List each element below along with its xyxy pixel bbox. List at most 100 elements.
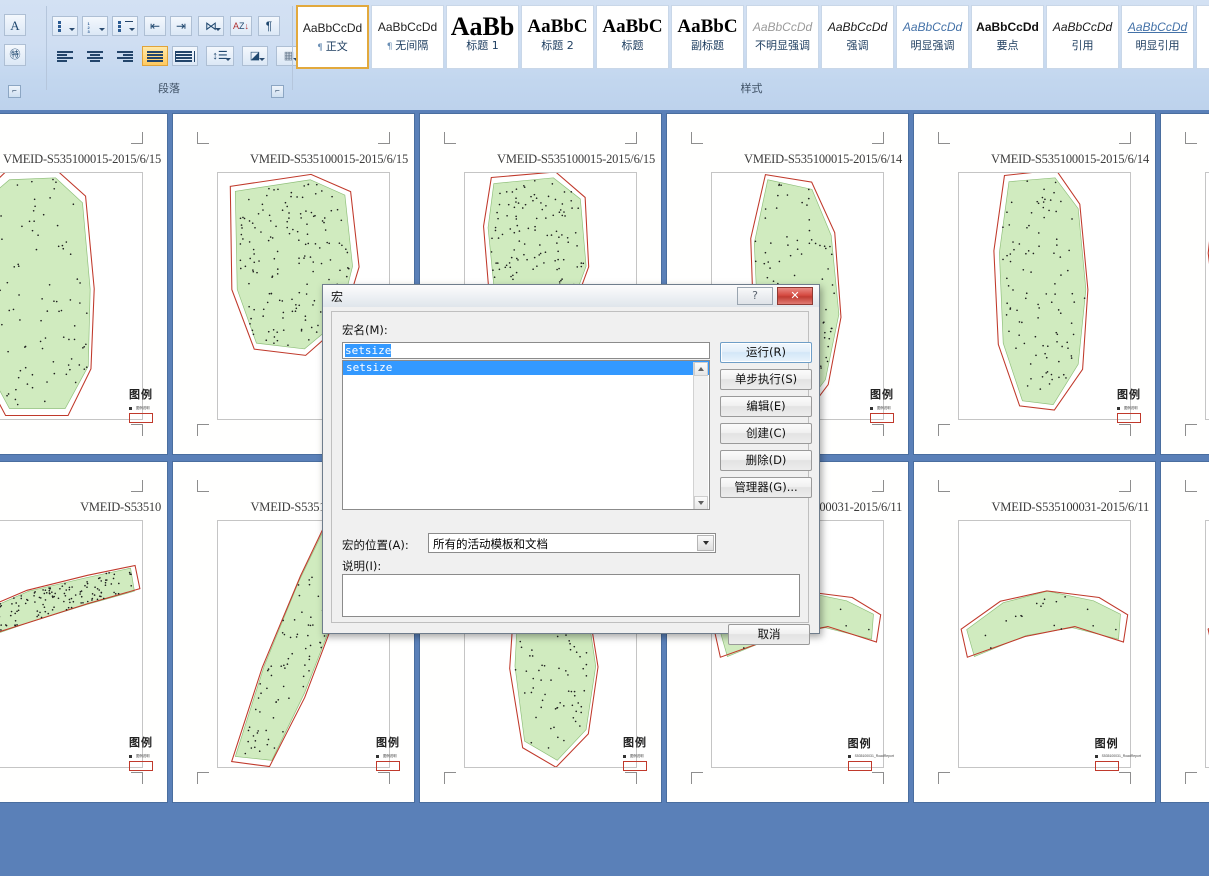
step-into-button[interactable]: 单步执行(S) [720,369,812,390]
map-figure [958,520,1131,768]
style-tile-1[interactable]: AaBbCcDd ¶ 正文 [296,5,369,69]
legend-title: 图例 [1094,737,1119,750]
map-legend: 图例图例说明 [623,734,647,776]
crop-mark-icon [938,132,950,144]
legend-boundary-swatch-icon [376,761,400,771]
style-name: ¶ 无间隔 [372,39,443,54]
style-name: ¶ 正文 [298,40,367,55]
style-tile-7[interactable]: AaBbCcDd 不明显强调 [746,5,819,69]
style-tile-8[interactable]: AaBbCcDd 强调 [821,5,894,69]
legend-title: 图例 [376,736,400,749]
style-name-text: 要点 [996,39,1019,52]
style-name: 引用 [1047,39,1118,53]
style-sample: AaBbCcDd [752,20,813,34]
crop-mark-icon [872,132,884,144]
document-page[interactable]: VMEID-S535100031-2015/6/11图例S535100031_R… [914,462,1155,802]
align-left-button[interactable] [52,46,78,66]
legend-boundary-swatch-icon [129,761,153,771]
crop-mark-icon [444,132,456,144]
organizer-button[interactable]: 管理器(G)... [720,477,812,498]
macro-list[interactable]: setsize [342,360,710,510]
style-tile-10[interactable]: AaBbCcDd 要点 [971,5,1044,69]
macro-dialog[interactable]: 宏 ? ✕ 宏名(M): setsize setsize 运行(R) 单步执行(S… [322,284,820,645]
document-page[interactable]: VMEID-S535100031-2015/6/11图例S535100031_R… [1161,462,1209,802]
enclose-character-icon[interactable]: ㊕ [4,44,26,66]
style-tile-4[interactable]: AaBbC 标题 2 [521,5,594,69]
document-page[interactable]: VMEID-S535100015-2015/6/14图例图例说明 [1161,114,1209,454]
style-tile-9[interactable]: AaBbCcDd 明显强调 [896,5,969,69]
decrease-indent-icon[interactable]: ⇤ [144,16,166,36]
style-tile-3[interactable]: AaBb 标题 1 [446,5,519,69]
style-tile-5[interactable]: AaBbC 标题 [596,5,669,69]
document-page[interactable]: VMEID-S535100015-2015/6/14图例图例说明 [914,114,1155,454]
align-center-button[interactable] [82,46,108,66]
pilcrow-icon: ¶ [317,43,326,53]
paragraph-dialog-launcher[interactable]: ⌐ [271,85,284,98]
style-name-text: 强调 [846,39,869,52]
delete-button[interactable]: 删除(D) [720,450,812,471]
shading-button[interactable]: ◪ [242,46,268,66]
style-tile-11[interactable]: AaBbCcDd 引用 [1046,5,1119,69]
sort-az-icon[interactable]: AZ↓ [230,16,252,36]
style-tile-6[interactable]: AaBbC 副标题 [671,5,744,69]
style-name: 副标题 [672,39,743,53]
group-divider-2 [292,6,293,90]
font-dialog-launcher[interactable]: ⌐ [8,85,21,98]
distribute-button[interactable] [172,46,198,66]
styles-gallery[interactable]: AaBbCcDd ¶ 正文 AaBbCcDd ¶ 无间隔 AaBb 标题 1 AaBbC 标题… [296,5,1209,73]
line-spacing-button[interactable]: ↕☰ [206,46,234,66]
style-tile-2[interactable]: AaBbCcDd ¶ 无间隔 [371,5,444,69]
group-label-paragraph: 段落 [158,82,180,95]
help-icon[interactable]: ? [737,287,773,305]
macro-name-input[interactable]: setsize [342,342,710,359]
multilevel-list-icon[interactable] [112,16,138,36]
justify-button[interactable] [142,46,168,66]
legend-swatch-icon [129,754,132,758]
edit-button[interactable]: 编辑(E) [720,396,812,417]
macro-location-select[interactable]: 所有的活动模板和文档 [428,533,716,553]
macro-list-item[interactable]: setsize [343,361,709,375]
style-tile-12[interactable]: AaBbCcDd 明显引用 [1121,5,1194,69]
dialog-titlebar[interactable]: 宏 ? ✕ [323,285,819,307]
create-button[interactable]: 创建(C) [720,423,812,444]
scroll-up-icon[interactable] [694,362,708,376]
cancel-button[interactable]: 取消 [728,624,810,645]
document-page[interactable]: VMEID-S53510 图例 图例说明 [0,462,167,802]
run-button[interactable]: 运行(R) [720,342,812,363]
style-tile-13[interactable]: AaBbCc不明显参 [1196,5,1209,69]
macro-description-box[interactable] [342,574,800,617]
character-border-icon[interactable]: A [4,14,26,36]
legend-item: 图例说明 [129,753,153,758]
crop-mark-icon [938,772,950,784]
style-name-text: 明显强调 [910,39,955,52]
map-figure [0,520,143,768]
numbering-icon[interactable]: 123 [82,16,108,36]
legend-boundary-swatch-icon [1094,761,1119,771]
scroll-down-icon[interactable] [694,496,708,509]
close-icon[interactable]: ✕ [777,287,813,305]
page-header: VMEID-S535100015-2015/6/15 [3,152,161,166]
show-formatting-marks-icon[interactable]: ¶ [258,16,280,36]
style-sample: AaBbCc [1197,15,1209,39]
style-name-text: 正文 [325,40,348,53]
align-right-button[interactable] [112,46,138,66]
chevron-down-icon[interactable] [697,535,714,551]
style-sample: AaBbC [527,16,588,37]
macro-list-scrollbar[interactable] [693,362,708,509]
map-legend: 图例图例说明 [870,386,894,428]
increase-indent-icon[interactable]: ⇥ [170,16,192,36]
legend-item-label: 图例说明 [630,754,644,758]
bullets-icon[interactable] [52,16,78,36]
style-name: 标题 1 [447,39,518,53]
legend-swatch-icon [870,406,873,410]
crop-mark-icon [131,480,143,492]
legend-item: S535100031_RoadReport [847,754,894,758]
legend-item-label: 图例说明 [136,406,150,410]
sort-ascending-icon[interactable]: ⋈ [198,16,224,36]
macro-description-label: 说明(I): [342,559,382,573]
document-page[interactable]: VMEID-S535100015-2015/6/15 图例图例说明 [0,114,167,454]
style-name: 强调 [822,39,893,53]
legend-item-label: 图例说明 [1124,406,1138,410]
style-name: 标题 2 [522,39,593,53]
style-name-text: 标题 1 [466,39,499,52]
